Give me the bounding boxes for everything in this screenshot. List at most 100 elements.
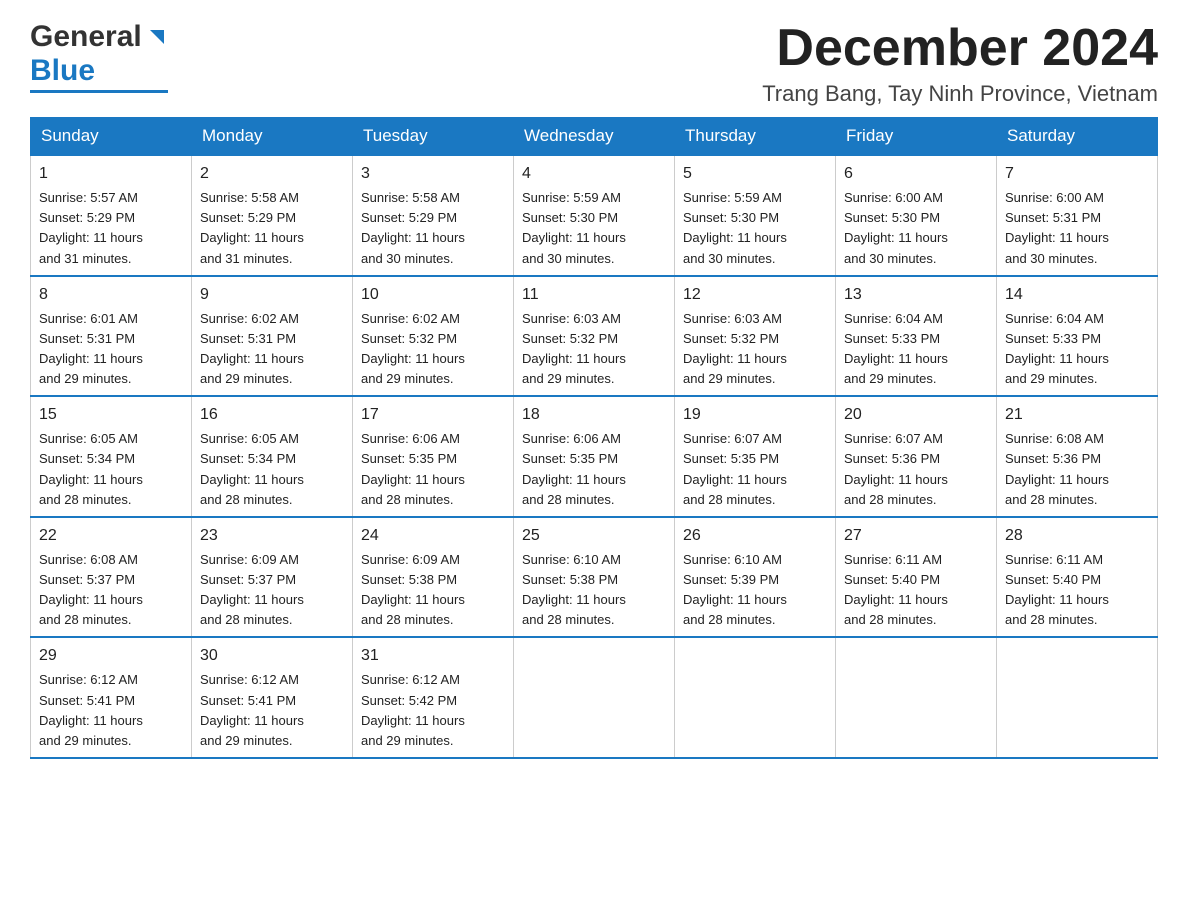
- day-info: Sunrise: 5:57 AMSunset: 5:29 PMDaylight:…: [39, 188, 183, 269]
- day-info: Sunrise: 6:12 AMSunset: 5:41 PMDaylight:…: [39, 670, 183, 751]
- day-number: 20: [844, 403, 988, 427]
- calendar-cell: 13 Sunrise: 6:04 AMSunset: 5:33 PMDaylig…: [836, 276, 997, 397]
- calendar-cell: [514, 637, 675, 758]
- calendar-header-thursday: Thursday: [675, 118, 836, 156]
- day-number: 24: [361, 524, 505, 548]
- calendar-cell: [997, 637, 1158, 758]
- day-number: 31: [361, 644, 505, 668]
- day-number: 25: [522, 524, 666, 548]
- day-info: Sunrise: 6:06 AMSunset: 5:35 PMDaylight:…: [361, 429, 505, 510]
- day-info: Sunrise: 5:59 AMSunset: 5:30 PMDaylight:…: [522, 188, 666, 269]
- day-number: 29: [39, 644, 183, 668]
- calendar-cell: 6 Sunrise: 6:00 AMSunset: 5:30 PMDayligh…: [836, 155, 997, 276]
- day-number: 28: [1005, 524, 1149, 548]
- day-number: 12: [683, 283, 827, 307]
- page-header: General Blue December 2024 Trang Bang, T…: [30, 20, 1158, 107]
- day-info: Sunrise: 6:07 AMSunset: 5:36 PMDaylight:…: [844, 429, 988, 510]
- day-info: Sunrise: 6:04 AMSunset: 5:33 PMDaylight:…: [1005, 309, 1149, 390]
- day-info: Sunrise: 6:10 AMSunset: 5:38 PMDaylight:…: [522, 550, 666, 631]
- day-number: 9: [200, 283, 344, 307]
- calendar-cell: 16 Sunrise: 6:05 AMSunset: 5:34 PMDaylig…: [192, 396, 353, 517]
- day-number: 4: [522, 162, 666, 186]
- calendar-header-friday: Friday: [836, 118, 997, 156]
- calendar-cell: 8 Sunrise: 6:01 AMSunset: 5:31 PMDayligh…: [31, 276, 192, 397]
- calendar-week-row-5: 29 Sunrise: 6:12 AMSunset: 5:41 PMDaylig…: [31, 637, 1158, 758]
- day-number: 3: [361, 162, 505, 186]
- day-info: Sunrise: 6:08 AMSunset: 5:37 PMDaylight:…: [39, 550, 183, 631]
- day-info: Sunrise: 5:58 AMSunset: 5:29 PMDaylight:…: [361, 188, 505, 269]
- title-section: December 2024 Trang Bang, Tay Ninh Provi…: [762, 20, 1158, 107]
- day-number: 8: [39, 283, 183, 307]
- day-number: 21: [1005, 403, 1149, 427]
- calendar-table: SundayMondayTuesdayWednesdayThursdayFrid…: [30, 117, 1158, 759]
- calendar-cell: 15 Sunrise: 6:05 AMSunset: 5:34 PMDaylig…: [31, 396, 192, 517]
- day-info: Sunrise: 6:02 AMSunset: 5:31 PMDaylight:…: [200, 309, 344, 390]
- day-info: Sunrise: 6:00 AMSunset: 5:31 PMDaylight:…: [1005, 188, 1149, 269]
- day-number: 18: [522, 403, 666, 427]
- calendar-cell: 9 Sunrise: 6:02 AMSunset: 5:31 PMDayligh…: [192, 276, 353, 397]
- day-info: Sunrise: 6:08 AMSunset: 5:36 PMDaylight:…: [1005, 429, 1149, 510]
- day-info: Sunrise: 6:04 AMSunset: 5:33 PMDaylight:…: [844, 309, 988, 390]
- calendar-cell: 5 Sunrise: 5:59 AMSunset: 5:30 PMDayligh…: [675, 155, 836, 276]
- day-info: Sunrise: 6:00 AMSunset: 5:30 PMDaylight:…: [844, 188, 988, 269]
- day-number: 13: [844, 283, 988, 307]
- day-number: 26: [683, 524, 827, 548]
- calendar-cell: 19 Sunrise: 6:07 AMSunset: 5:35 PMDaylig…: [675, 396, 836, 517]
- day-info: Sunrise: 6:09 AMSunset: 5:38 PMDaylight:…: [361, 550, 505, 631]
- calendar-cell: 14 Sunrise: 6:04 AMSunset: 5:33 PMDaylig…: [997, 276, 1158, 397]
- day-number: 30: [200, 644, 344, 668]
- day-info: Sunrise: 5:59 AMSunset: 5:30 PMDaylight:…: [683, 188, 827, 269]
- calendar-header-tuesday: Tuesday: [353, 118, 514, 156]
- day-number: 16: [200, 403, 344, 427]
- calendar-week-row-4: 22 Sunrise: 6:08 AMSunset: 5:37 PMDaylig…: [31, 517, 1158, 638]
- day-number: 15: [39, 403, 183, 427]
- day-number: 6: [844, 162, 988, 186]
- day-number: 5: [683, 162, 827, 186]
- calendar-cell: 28 Sunrise: 6:11 AMSunset: 5:40 PMDaylig…: [997, 517, 1158, 638]
- calendar-cell: 22 Sunrise: 6:08 AMSunset: 5:37 PMDaylig…: [31, 517, 192, 638]
- calendar-cell: 23 Sunrise: 6:09 AMSunset: 5:37 PMDaylig…: [192, 517, 353, 638]
- calendar-header-sunday: Sunday: [31, 118, 192, 156]
- calendar-header-saturday: Saturday: [997, 118, 1158, 156]
- day-info: Sunrise: 6:10 AMSunset: 5:39 PMDaylight:…: [683, 550, 827, 631]
- day-info: Sunrise: 6:11 AMSunset: 5:40 PMDaylight:…: [1005, 550, 1149, 631]
- day-info: Sunrise: 6:05 AMSunset: 5:34 PMDaylight:…: [39, 429, 183, 510]
- logo-general: General: [30, 20, 142, 54]
- day-info: Sunrise: 6:07 AMSunset: 5:35 PMDaylight:…: [683, 429, 827, 510]
- day-number: 27: [844, 524, 988, 548]
- day-number: 17: [361, 403, 505, 427]
- calendar-cell: 27 Sunrise: 6:11 AMSunset: 5:40 PMDaylig…: [836, 517, 997, 638]
- month-title: December 2024: [762, 20, 1158, 77]
- day-number: 7: [1005, 162, 1149, 186]
- day-number: 11: [522, 283, 666, 307]
- location: Trang Bang, Tay Ninh Province, Vietnam: [762, 81, 1158, 107]
- calendar-week-row-3: 15 Sunrise: 6:05 AMSunset: 5:34 PMDaylig…: [31, 396, 1158, 517]
- calendar-cell: 31 Sunrise: 6:12 AMSunset: 5:42 PMDaylig…: [353, 637, 514, 758]
- calendar-cell: 26 Sunrise: 6:10 AMSunset: 5:39 PMDaylig…: [675, 517, 836, 638]
- calendar-header-monday: Monday: [192, 118, 353, 156]
- calendar-cell: 18 Sunrise: 6:06 AMSunset: 5:35 PMDaylig…: [514, 396, 675, 517]
- calendar-header-row: SundayMondayTuesdayWednesdayThursdayFrid…: [31, 118, 1158, 156]
- calendar-cell: 20 Sunrise: 6:07 AMSunset: 5:36 PMDaylig…: [836, 396, 997, 517]
- day-info: Sunrise: 6:03 AMSunset: 5:32 PMDaylight:…: [683, 309, 827, 390]
- day-info: Sunrise: 6:03 AMSunset: 5:32 PMDaylight:…: [522, 309, 666, 390]
- calendar-cell: 10 Sunrise: 6:02 AMSunset: 5:32 PMDaylig…: [353, 276, 514, 397]
- calendar-cell: 17 Sunrise: 6:06 AMSunset: 5:35 PMDaylig…: [353, 396, 514, 517]
- calendar-header-wednesday: Wednesday: [514, 118, 675, 156]
- day-info: Sunrise: 6:12 AMSunset: 5:42 PMDaylight:…: [361, 670, 505, 751]
- calendar-cell: 1 Sunrise: 5:57 AMSunset: 5:29 PMDayligh…: [31, 155, 192, 276]
- day-number: 1: [39, 162, 183, 186]
- calendar-cell: 4 Sunrise: 5:59 AMSunset: 5:30 PMDayligh…: [514, 155, 675, 276]
- day-number: 14: [1005, 283, 1149, 307]
- logo-blue: Blue: [30, 54, 95, 88]
- day-info: Sunrise: 6:06 AMSunset: 5:35 PMDaylight:…: [522, 429, 666, 510]
- calendar-cell: 11 Sunrise: 6:03 AMSunset: 5:32 PMDaylig…: [514, 276, 675, 397]
- day-info: Sunrise: 6:05 AMSunset: 5:34 PMDaylight:…: [200, 429, 344, 510]
- calendar-cell: 30 Sunrise: 6:12 AMSunset: 5:41 PMDaylig…: [192, 637, 353, 758]
- day-number: 10: [361, 283, 505, 307]
- calendar-cell: [836, 637, 997, 758]
- calendar-cell: 25 Sunrise: 6:10 AMSunset: 5:38 PMDaylig…: [514, 517, 675, 638]
- day-info: Sunrise: 6:12 AMSunset: 5:41 PMDaylight:…: [200, 670, 344, 751]
- day-info: Sunrise: 6:01 AMSunset: 5:31 PMDaylight:…: [39, 309, 183, 390]
- calendar-cell: 24 Sunrise: 6:09 AMSunset: 5:38 PMDaylig…: [353, 517, 514, 638]
